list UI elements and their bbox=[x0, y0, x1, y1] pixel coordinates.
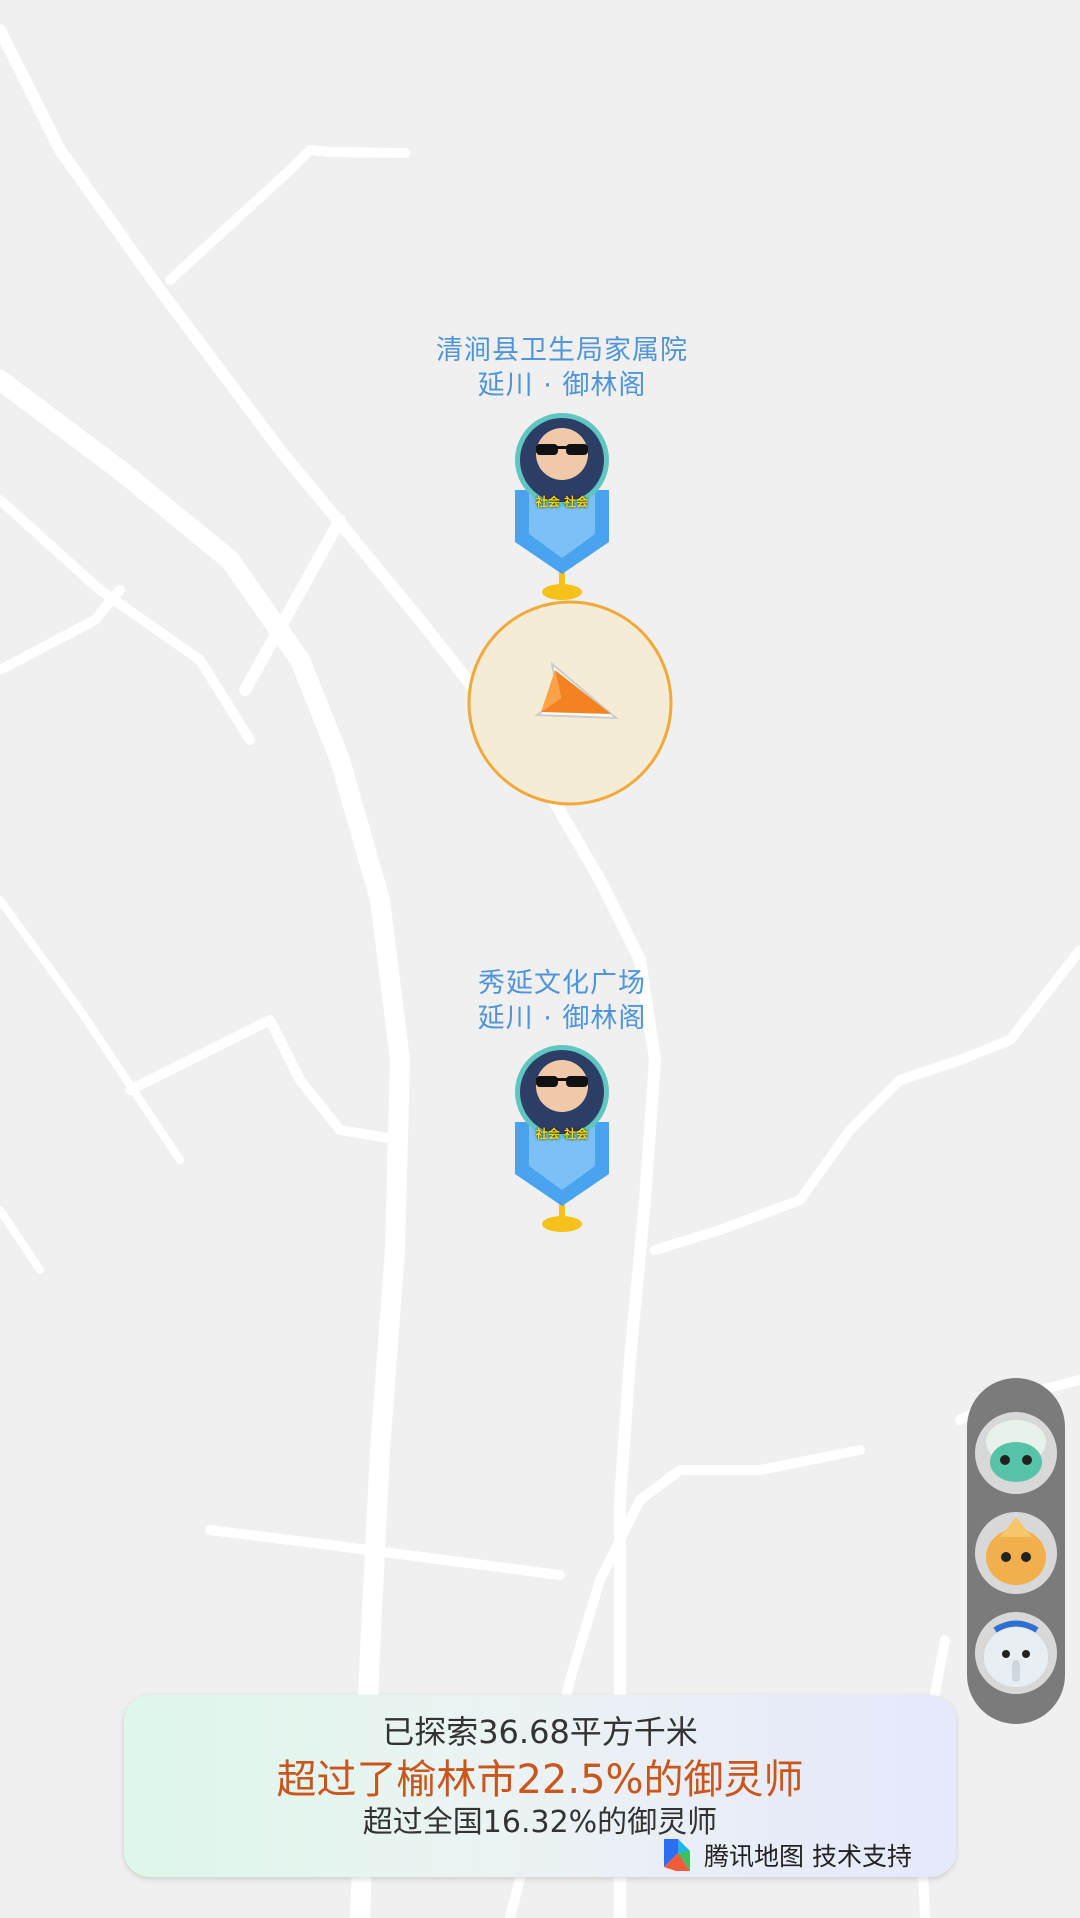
road bbox=[0, 370, 410, 1918]
green-spirit-pet[interactable] bbox=[975, 1412, 1057, 1494]
avatar-tag: 社会 社会 bbox=[535, 1127, 589, 1141]
orange-spirit-pet[interactable] bbox=[975, 1512, 1057, 1594]
poi-name: 清涧县卫生局家属院 bbox=[436, 335, 688, 366]
road bbox=[0, 1206, 44, 1274]
map-view[interactable]: 清涧县卫生局家属院 延川 · 御林阁 社会 社会 秀延文化广场 延川 · 御林阁 bbox=[0, 0, 1080, 1918]
national-rank-text: 超过全国16.32%的御灵师 bbox=[362, 1805, 718, 1840]
user-map-marker[interactable]: 社会 社会 bbox=[507, 412, 617, 622]
credit-text: 腾讯地图 技术支持 bbox=[704, 1842, 912, 1871]
avatar-tag: 社会 社会 bbox=[535, 495, 589, 509]
road bbox=[0, 585, 125, 675]
user-map-marker[interactable]: 社会 社会 bbox=[507, 1044, 617, 1254]
map-credit: 腾讯地图 技术支持 bbox=[660, 1836, 912, 1874]
poi-label[interactable]: 清涧县卫生局家属院 延川 · 御林阁 bbox=[362, 333, 762, 403]
road bbox=[165, 145, 410, 285]
poi-subtitle: 延川 · 御林阁 bbox=[477, 370, 647, 401]
road bbox=[0, 896, 184, 1164]
current-location[interactable] bbox=[467, 600, 673, 806]
poi-subtitle: 延川 · 御林阁 bbox=[477, 1003, 647, 1034]
exploration-stats-panel: 已探索36.68平方千米 超过了榆林市22.5%的御灵师 超过全国16.32%的… bbox=[124, 1695, 956, 1877]
tencent-map-logo-icon bbox=[664, 1839, 691, 1871]
pet-selector bbox=[967, 1378, 1065, 1724]
poi-name: 秀延文化广场 bbox=[478, 968, 646, 999]
elephant-spirit-pet[interactable] bbox=[975, 1612, 1057, 1694]
road bbox=[125, 1015, 405, 1145]
poi-label[interactable]: 秀延文化广场 延川 · 御林阁 bbox=[362, 966, 762, 1036]
map-roads bbox=[0, 24, 1080, 1918]
